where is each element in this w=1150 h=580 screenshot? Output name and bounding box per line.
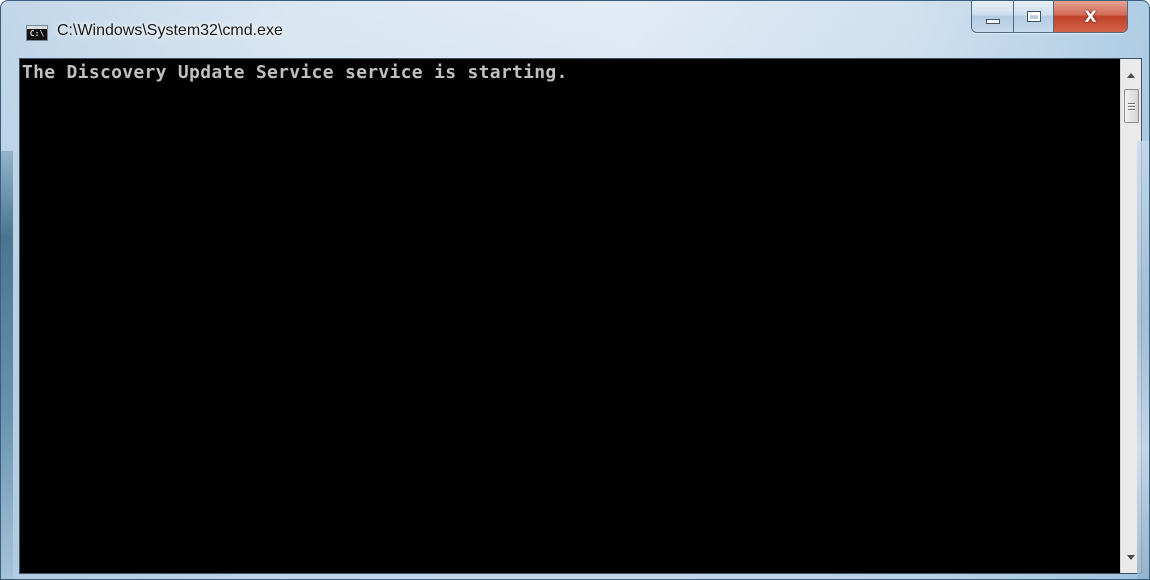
vertical-scrollbar[interactable]: [1120, 59, 1141, 573]
scroll-up-arrow-icon: [1127, 72, 1135, 78]
caption-buttons: X: [971, 1, 1128, 33]
thumb-grip-line: [1128, 102, 1135, 104]
title-bar[interactable]: C:\ C:\Windows\System32\cmd.exe X: [1, 1, 1149, 57]
console-app-icon[interactable]: C:\: [26, 25, 48, 41]
scroll-down-button[interactable]: [1121, 547, 1141, 567]
console-area: The Discovery Update Service service is …: [19, 58, 1142, 574]
close-button[interactable]: X: [1054, 1, 1127, 32]
close-icon: X: [1084, 6, 1097, 26]
maximize-icon: [1026, 11, 1041, 22]
console-output[interactable]: The Discovery Update Service service is …: [20, 59, 1120, 573]
minimize-button[interactable]: [972, 1, 1014, 32]
scroll-down-arrow-icon: [1127, 554, 1135, 560]
window-title: C:\Windows\System32\cmd.exe: [57, 22, 283, 39]
thumb-grip-line: [1128, 105, 1135, 107]
scroll-up-button[interactable]: [1121, 65, 1141, 85]
thumb-grip-line: [1128, 108, 1135, 110]
app-icon-label: C:\: [29, 29, 45, 38]
console-line: The Discovery Update Service service is …: [22, 62, 568, 83]
cmd-window: C:\ C:\Windows\System32\cmd.exe X The Di…: [0, 0, 1150, 580]
maximize-button[interactable]: [1014, 1, 1054, 32]
scroll-thumb[interactable]: [1124, 89, 1139, 123]
minimize-icon: [985, 19, 1000, 24]
